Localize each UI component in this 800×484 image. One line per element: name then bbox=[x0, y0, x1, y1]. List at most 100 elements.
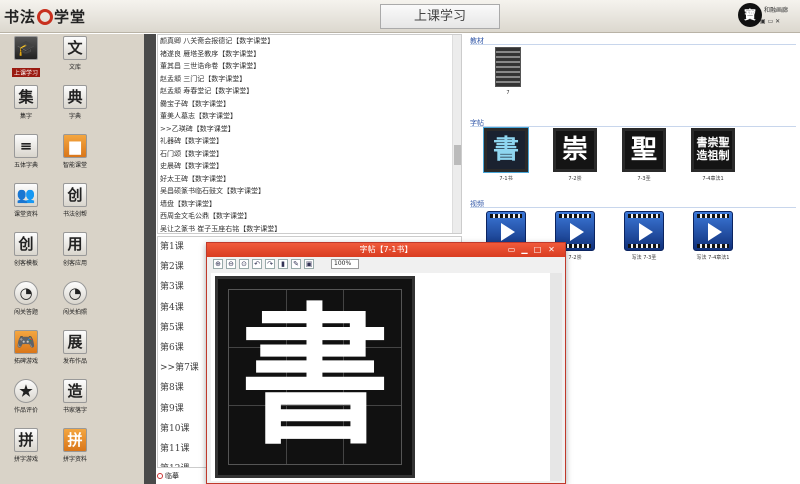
sidebar-item-icon: 🎓 bbox=[14, 36, 38, 60]
sidebar-item-label: 字典 bbox=[68, 113, 81, 120]
tie-item[interactable]: 崇 7-2崇 bbox=[549, 128, 601, 182]
sidebar-item[interactable]: ▆ 智能课堂 bbox=[53, 134, 97, 178]
sidebar-item-icon: 造 bbox=[63, 379, 87, 403]
sidebar-item[interactable]: 👥 课堂资料 bbox=[4, 183, 48, 227]
tie-label: 7-1书 bbox=[499, 176, 513, 182]
section-divider bbox=[470, 44, 796, 45]
list-item[interactable]: 董美人墓志【数字课堂】 bbox=[158, 110, 461, 123]
sidebar-item-icon: 拼 bbox=[14, 428, 38, 452]
list-item[interactable]: 礼器碑【数字课堂】 bbox=[158, 135, 461, 148]
lesson-footer[interactable]: 临摹 bbox=[157, 470, 207, 482]
user-name: 和融画廊 bbox=[764, 7, 789, 14]
sidebar-item-icon: 典 bbox=[63, 85, 87, 109]
sidebar: 🎓 上课学习 文文库集集字典字典 ≡ 五体字典 ▆ 智能课堂 👥 课堂资料创书法创帮创创客模板用… bbox=[0, 34, 144, 484]
sidebar-item-icon: 创 bbox=[63, 183, 87, 207]
logo-text-right: 学堂 bbox=[54, 8, 87, 26]
video-label: 写法 7-4章法1 bbox=[696, 255, 730, 261]
sidebar-item[interactable]: 集集字 bbox=[4, 85, 48, 129]
list-item[interactable]: 赵孟頫 寿春堂记【数字课堂】 bbox=[158, 85, 461, 98]
sidebar-item-icon: 创 bbox=[14, 232, 38, 256]
play-icon bbox=[501, 223, 515, 241]
sidebar-item[interactable]: ◔ 闯关拍照 bbox=[53, 281, 97, 325]
pen-icon[interactable]: ✎ bbox=[291, 259, 301, 269]
sidebar-item-label: 五体字典 bbox=[13, 162, 38, 169]
window-controls[interactable]: ▣ ▭ ✕ bbox=[760, 18, 780, 25]
restore-icon[interactable]: ▭ bbox=[507, 245, 516, 254]
sidebar-item[interactable]: 创书法创帮 bbox=[53, 183, 97, 227]
close-icon[interactable]: ✕ bbox=[547, 245, 556, 254]
zoom-select[interactable]: 100% bbox=[331, 259, 359, 269]
tie-item[interactable]: 書 7-1书 bbox=[480, 127, 532, 182]
zoom-in-icon[interactable]: ⊕ bbox=[213, 259, 223, 269]
logo-mark-icon bbox=[37, 9, 54, 25]
record-icon bbox=[157, 473, 163, 479]
textbook-item[interactable]: 7 bbox=[482, 47, 534, 96]
sidebar-item[interactable]: ≡ 五体字典 bbox=[4, 134, 48, 178]
sidebar-item-label: 拓碑游戏 bbox=[13, 358, 38, 365]
video-item[interactable]: 写法 7-3圣 bbox=[618, 211, 670, 261]
sidebar-item-icon: 文 bbox=[63, 36, 87, 60]
lesson-footer-label: 临摹 bbox=[165, 472, 179, 480]
sidebar-item-icon: 集 bbox=[14, 85, 38, 109]
tie-label: 7-4章法1 bbox=[702, 176, 724, 182]
sidebar-item[interactable]: 🎮 拓碑游戏 bbox=[4, 330, 48, 374]
maximize-icon[interactable]: □ bbox=[533, 245, 542, 254]
copybook-list-scrollbar[interactable] bbox=[452, 35, 461, 233]
sidebar-item[interactable]: 展发布作品 bbox=[53, 330, 97, 374]
sidebar-item-icon: 用 bbox=[63, 232, 87, 256]
zoom-fit-icon[interactable]: ⊙ bbox=[239, 259, 249, 269]
play-icon bbox=[570, 223, 584, 241]
sidebar-item-label: 文库 bbox=[68, 64, 81, 71]
scrollbar-thumb[interactable] bbox=[454, 145, 461, 165]
textbook-thumbnail bbox=[495, 47, 521, 87]
sidebar-item[interactable]: ★ 作品评价 bbox=[4, 379, 48, 423]
tie-thumbnail: 書崇聖 造祖制 bbox=[691, 128, 735, 172]
list-item[interactable]: 赵孟頫 三门记【数字课堂】 bbox=[158, 73, 461, 86]
video-item[interactable]: 写法 7-4章法1 bbox=[687, 211, 739, 261]
sidebar-item[interactable]: 文文库 bbox=[53, 36, 97, 80]
sidebar-item[interactable]: 用创客应用 bbox=[53, 232, 97, 276]
list-item[interactable]: 好太王碑【数字课堂】 bbox=[158, 173, 461, 186]
tie-item[interactable]: 書崇聖 造祖制 7-4章法1 bbox=[687, 128, 739, 182]
list-item[interactable]: 西周金文毛公鼎【数字课堂】 bbox=[158, 210, 461, 223]
list-item[interactable]: 董其昌 三世诰命卷【数字课堂】 bbox=[158, 60, 461, 73]
sidebar-item[interactable]: 🎓 上课学习 bbox=[4, 36, 48, 80]
sidebar-item[interactable]: 创创客模板 bbox=[4, 232, 48, 276]
sidebar-item[interactable]: 典字典 bbox=[53, 85, 97, 129]
list-item[interactable]: 爨宝子碑【数字课堂】 bbox=[158, 98, 461, 111]
grid-toggle-icon[interactable]: ▮ bbox=[278, 259, 288, 269]
dialog-toolbar: 100% ⊕ ⊖ ⊙ ↶ ↷ ▮ ✎ ▣ bbox=[211, 259, 563, 271]
list-item[interactable]: 石门颂【数字课堂】 bbox=[158, 148, 461, 161]
list-item[interactable]: 墙盘【数字课堂】 bbox=[158, 198, 461, 211]
sidebar-divider bbox=[144, 34, 156, 484]
tie-item[interactable]: 聖 7-3圣 bbox=[618, 128, 670, 182]
list-item[interactable]: 褚遂良 雁塔圣教序【数字课堂】 bbox=[158, 48, 461, 61]
sidebar-item[interactable]: ◔ 闯关答题 bbox=[4, 281, 48, 325]
sidebar-item[interactable]: 拼拼字游戏 bbox=[4, 428, 48, 472]
app-window: 书法 学堂 上课学习 寶 和融画廊 ▣ ▭ ✕ 🎓 上课学习文文库集集字典字典 ≡ 五体… bbox=[0, 0, 800, 484]
character-rubbing: 書 bbox=[215, 276, 415, 478]
list-item[interactable]: 吴让之篆书 崔子玉座右铭【数字课堂】 bbox=[158, 223, 461, 234]
sidebar-item[interactable]: 造书家落字 bbox=[53, 379, 97, 423]
sidebar-item[interactable]: 拼拼字资料 bbox=[53, 428, 97, 472]
canvas-scrollbar[interactable] bbox=[550, 273, 562, 481]
list-item[interactable]: 史晨碑【数字课堂】 bbox=[158, 160, 461, 173]
zoom-out-icon[interactable]: ⊖ bbox=[226, 259, 236, 269]
sidebar-item-icon: 👥 bbox=[14, 183, 38, 207]
minimize-icon[interactable]: ▁ bbox=[520, 245, 529, 254]
redo-icon[interactable]: ↷ bbox=[265, 259, 275, 269]
sidebar-item-icon: ◔ bbox=[63, 281, 87, 305]
tie-label: 7-3圣 bbox=[637, 176, 651, 182]
undo-icon[interactable]: ↶ bbox=[252, 259, 262, 269]
dialog-title-bar[interactable]: 字帖【7-1书】 ▭ ▁ □ ✕ bbox=[207, 243, 565, 257]
tie-label: 7-2崇 bbox=[568, 176, 582, 182]
list-item[interactable]: 吴昌硕篆书临石鼓文【数字课堂】 bbox=[158, 185, 461, 198]
copybook-canvas[interactable]: 書 bbox=[211, 273, 561, 481]
section-divider bbox=[470, 207, 796, 208]
list-item[interactable]: >>乙瑛碑【数字课堂】 bbox=[158, 123, 461, 136]
avatar[interactable]: 寶 bbox=[738, 3, 762, 27]
image-icon[interactable]: ▣ bbox=[304, 259, 314, 269]
sidebar-item-icon: ≡ bbox=[14, 134, 38, 158]
list-item[interactable]: 颜真卿 八关斋会报德记【数字课堂】 bbox=[158, 35, 461, 48]
sidebar-item-label: 上课学习 bbox=[11, 68, 40, 77]
